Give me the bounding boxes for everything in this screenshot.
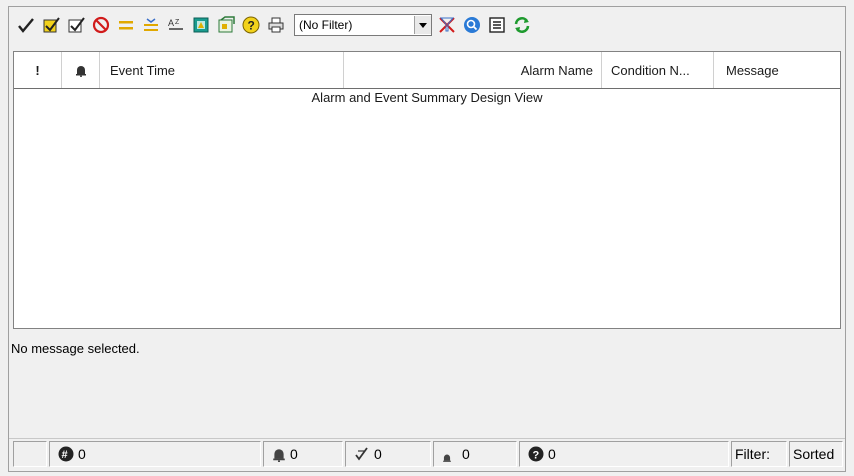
sorted-status-label: Sorted [793,446,835,462]
filter-status-label: Filter: [735,446,770,462]
alarm-count-value: 0 [290,446,298,462]
status-alarm-count: 0 [263,441,343,467]
column-header-ack[interactable] [62,52,100,88]
column-header-priority[interactable]: ! [14,52,62,88]
filter-value: (No Filter) [299,18,353,32]
find-icon[interactable] [461,14,483,36]
sort-lines-icon[interactable] [140,14,162,36]
unacked-count-value: 0 [374,446,382,462]
svg-text:?: ? [533,450,540,462]
status-unknown-count: ? 0 [519,441,729,467]
refresh-icon[interactable] [511,14,533,36]
column-message-label: Message [726,62,779,78]
hash-icon: # [58,446,74,462]
column-header-alarm-name[interactable]: Alarm Name [344,52,602,88]
unacked-check-icon [355,447,368,461]
toolbar: AZ ? (No Filter) [9,7,845,43]
unknown-count-value: 0 [548,446,556,462]
status-unacked-count: 0 [345,441,431,467]
svg-text:Z: Z [175,19,180,26]
print-icon[interactable] [265,14,287,36]
status-cell-empty [13,441,47,467]
shelve-icon[interactable] [90,14,112,36]
bell-icon [273,448,285,462]
filter-dropdown[interactable]: (No Filter) [294,14,432,36]
svg-text:#: # [62,449,68,461]
message-details-pane: No message selected. [9,329,845,437]
column-event-time-label: Event Time [110,62,176,78]
grid-header: ! Event Time Alarm Name Condition N... M… [14,52,840,89]
column-condition-name-label: Condition N... [611,62,690,78]
alarm-summary-window: AZ ? (No Filter) ! Event Time Alarm Name… [8,6,846,472]
column-header-event-time[interactable]: Event Time [100,52,344,88]
chevron-down-icon[interactable] [414,16,431,34]
ack-selected-icon[interactable] [40,14,62,36]
column-header-condition-name[interactable]: Condition N... [602,52,714,88]
question-icon: ? [528,446,544,462]
status-filter: Filter: [731,441,787,467]
svg-text:A: A [168,18,174,28]
details-text: No message selected. [11,341,140,356]
small-bell-icon [443,454,451,462]
priority-count-value: 0 [462,446,470,462]
ack-check-icon[interactable] [15,14,37,36]
help-icon[interactable]: ? [240,14,262,36]
clear-filter-icon[interactable] [436,14,458,36]
svg-text:?: ? [248,19,255,33]
status-sorted: Sorted [789,441,843,467]
alarm-grid[interactable]: ! Event Time Alarm Name Condition N... M… [13,51,841,329]
sort-alpha-icon[interactable]: AZ [165,14,187,36]
list-icon[interactable] [486,14,508,36]
grid-placeholder-text: Alarm and Event Summary Design View [311,90,543,105]
view-icon[interactable] [190,14,212,36]
bell-icon [75,65,86,77]
status-bar: # 0 0 0 0 ? 0 Filter: Sorted [9,438,845,471]
status-total-count: # 0 [49,441,261,467]
ack-visible-icon[interactable] [65,14,87,36]
status-priority-count: 0 [433,441,517,467]
column-alarm-name-label: Alarm Name [520,62,593,78]
query-icon[interactable] [215,14,237,36]
total-count-value: 0 [78,446,86,462]
column-priority-label: ! [35,62,40,78]
column-header-message[interactable]: Message [714,52,840,88]
equal-sort-icon[interactable] [115,14,137,36]
